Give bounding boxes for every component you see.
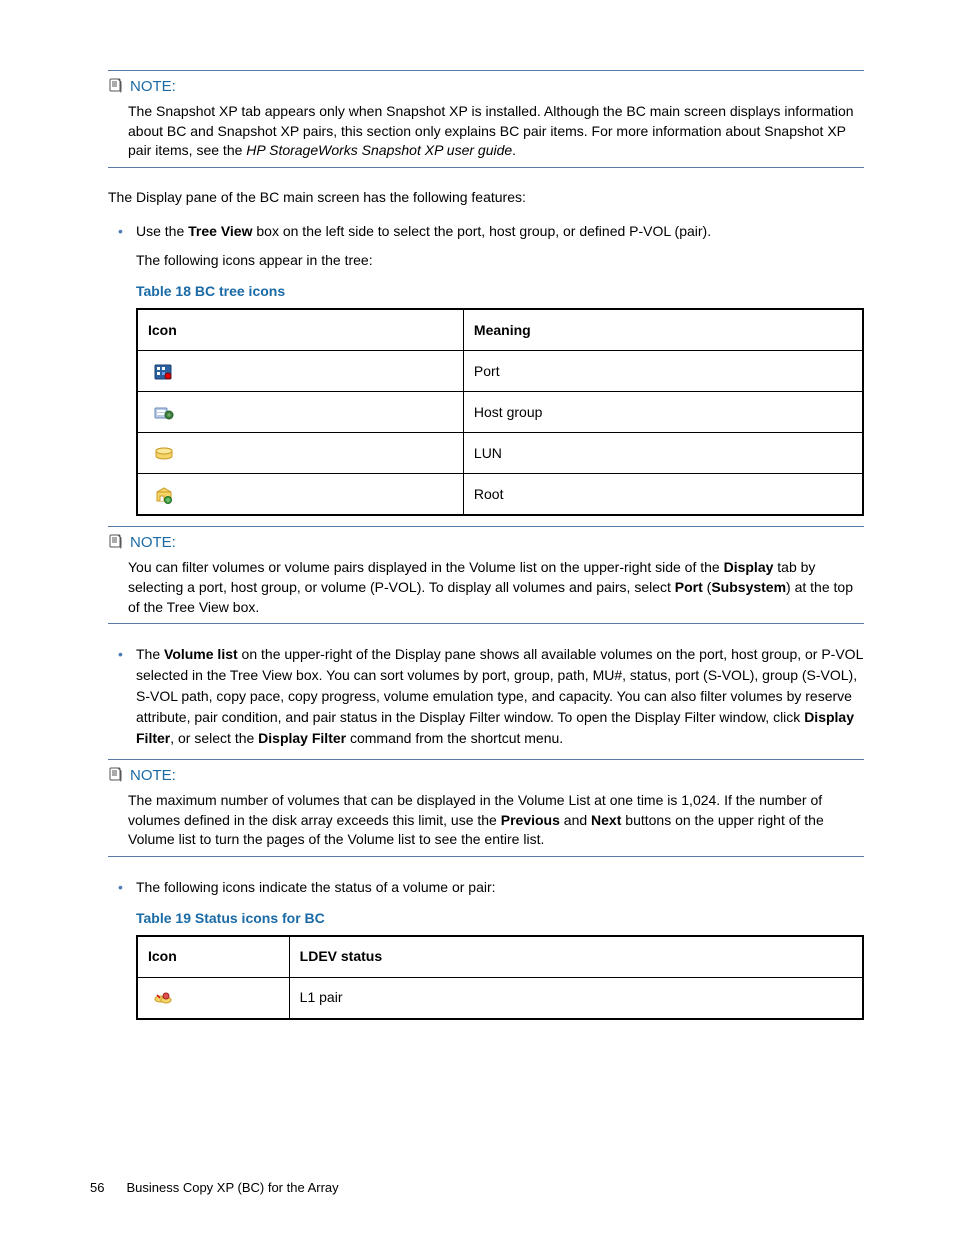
meaning-cell: LUN (463, 433, 863, 474)
note-heading: NOTE: (108, 766, 864, 785)
bullet-text: The following icons indicate the status … (136, 879, 496, 895)
sub-text: The following icons appear in the tree: (136, 250, 864, 271)
table-row: Host group (137, 392, 863, 433)
meaning-cell: Port (463, 351, 863, 392)
bullet-list: The following icons indicate the status … (118, 877, 864, 1020)
t: on the upper-right of the Display pane s… (136, 646, 863, 725)
meaning-cell: Root (463, 474, 863, 516)
note-icon (108, 533, 124, 552)
table-row: L1 pair (137, 977, 863, 1019)
note-body: You can filter volumes or volume pairs d… (128, 558, 864, 617)
tree-view-label: Tree View (188, 223, 252, 239)
list-item: The Volume list on the upper-right of th… (118, 644, 864, 749)
table-caption: Table 18 BC tree icons (136, 281, 864, 302)
document-page: NOTE: The Snapshot XP tab appears only w… (0, 0, 954, 1235)
lun-icon (137, 433, 463, 474)
col-icon: Icon (137, 936, 289, 978)
display-bold: Display (724, 559, 774, 575)
rule (108, 759, 864, 760)
note-icon (108, 77, 124, 96)
meaning-cell: Host group (463, 392, 863, 433)
page-footer: 56 Business Copy XP (BC) for the Array (90, 1180, 339, 1195)
previous-bold: Previous (501, 812, 560, 828)
paragraph: The Display pane of the BC main screen h… (108, 188, 864, 208)
note-body: The Snapshot XP tab appears only when Sn… (128, 102, 864, 161)
port-bold: Port (675, 579, 703, 595)
note-block-2: NOTE: You can filter volumes or volume p… (108, 526, 864, 624)
note-tail: . (512, 142, 516, 158)
host-group-icon (137, 392, 463, 433)
t: command from the shortcut menu. (346, 730, 563, 746)
status-icons-table: Icon LDEV status L1 pair (136, 935, 864, 1020)
t: and (560, 812, 591, 828)
note-label: NOTE: (130, 767, 176, 784)
next-bold: Next (591, 812, 621, 828)
footer-title: Business Copy XP (BC) for the Array (126, 1180, 338, 1195)
rule (108, 167, 864, 168)
status-cell: L1 pair (289, 977, 863, 1019)
rule (108, 856, 864, 857)
port-icon (137, 351, 463, 392)
table-caption: Table 19 Status icons for BC (136, 908, 864, 929)
note-block-1: NOTE: The Snapshot XP tab appears only w… (108, 70, 864, 168)
bc-tree-icons-table: Icon Meaning Port Host group (136, 308, 864, 516)
note-label: NOTE: (130, 78, 176, 95)
list-item: Use the Tree View box on the left side t… (118, 221, 864, 516)
list-item: The following icons indicate the status … (118, 877, 864, 1020)
rule (108, 70, 864, 71)
t: , or select the (170, 730, 258, 746)
col-ldev-status: LDEV status (289, 936, 863, 978)
col-meaning: Meaning (463, 309, 863, 351)
table-row: LUN (137, 433, 863, 474)
rule (108, 526, 864, 527)
table-header-row: Icon LDEV status (137, 936, 863, 978)
t: The (136, 646, 164, 662)
bullet-text: box on the left side to select the port,… (252, 223, 711, 239)
table-row: Root (137, 474, 863, 516)
l1-pair-icon (137, 977, 289, 1019)
bullet-text: Use the (136, 223, 188, 239)
col-icon: Icon (137, 309, 463, 351)
note-label: NOTE: (130, 534, 176, 551)
display-filter-bold-2: Display Filter (258, 730, 346, 746)
table-header-row: Icon Meaning (137, 309, 863, 351)
subsystem-bold: Subsystem (711, 579, 786, 595)
bullet-list: Use the Tree View box on the left side t… (118, 221, 864, 516)
note-icon (108, 766, 124, 785)
t: You can filter volumes or volume pairs d… (128, 559, 724, 575)
note-italic: HP StorageWorks Snapshot XP user guide (246, 142, 512, 158)
note-heading: NOTE: (108, 77, 864, 96)
bullet-list: The Volume list on the upper-right of th… (118, 644, 864, 749)
note-body: The maximum number of volumes that can b… (128, 791, 864, 850)
root-icon (137, 474, 463, 516)
note-block-3: NOTE: The maximum number of volumes that… (108, 759, 864, 857)
volume-list-bold: Volume list (164, 646, 238, 662)
table-row: Port (137, 351, 863, 392)
note-heading: NOTE: (108, 533, 864, 552)
rule (108, 623, 864, 624)
page-number: 56 (90, 1180, 104, 1195)
